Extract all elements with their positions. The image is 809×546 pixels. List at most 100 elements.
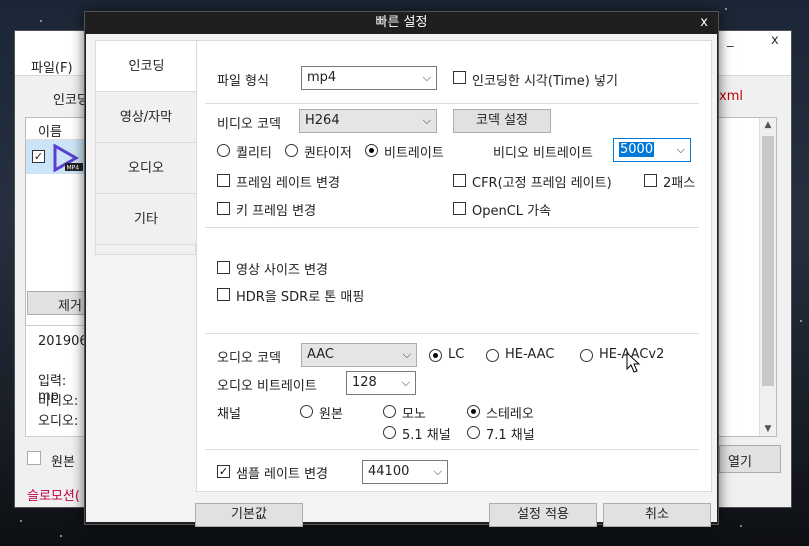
quick-settings-dialog: 빠른 설정 x 인코딩 영상/자막 오디오 기타 파일 형식 mp4 ⌵ 인코딩… [84,11,719,527]
settings-nav: 인코딩 영상/자막 오디오 기타 [95,40,197,255]
info-audio: 오디오: [38,414,79,429]
file-row[interactable]: ✓ MP4 [26,140,86,174]
two-pass-label: 2패스 [663,176,696,191]
audio-codec-select[interactable]: AAC ⌵ [301,343,417,367]
video-bitrate-input[interactable]: 5000 ⌵ [613,138,691,162]
file-info-box: 2019062 입력: mp 비디오: 오디오: [25,325,96,437]
sample-rate-select[interactable]: 44100 ⌵ [362,460,448,484]
bitrate-label: 비트레이트 [384,146,444,161]
dialog-close-button[interactable]: x [700,15,708,30]
two-pass-checkbox[interactable] [644,174,657,187]
sample-rate-value: 44100 [368,464,410,479]
audio-codec-label: 오디오 코덱 [217,351,281,366]
hdr-to-sdr-label: HDR을 SDR로 톤 매핑 [236,290,365,305]
scroll-down-icon[interactable]: ▼ [760,424,776,434]
radio-bitrate[interactable] [365,144,378,157]
nav-tab-etc[interactable]: 기타 [96,194,196,245]
chevron-down-icon: ⌵ [422,71,431,84]
mp4-badge: MP4 [67,165,80,172]
original-checkbox[interactable] [27,451,41,465]
audio-bitrate-select[interactable]: 128 ⌵ [346,371,416,395]
play-triangle-icon: MP4 [53,144,83,172]
nav-tab-audio[interactable]: 오디오 [96,143,196,194]
codec-settings-button[interactable]: 코덱 설정 [453,109,551,133]
scrollbar-thumb[interactable] [762,136,774,386]
file-format-label: 파일 형식 [217,74,269,89]
sample-rate-checkbox[interactable]: ✓ [217,465,230,478]
original-label: 원본 [51,455,75,470]
sample-rate-label: 샘플 레이트 변경 [236,467,328,482]
remove-button[interactable]: 제거 [27,291,87,315]
keyframe-change-checkbox[interactable] [217,202,230,215]
scroll-up-icon[interactable]: ▲ [760,120,776,130]
divider [205,227,699,228]
audio-bitrate-value: 128 [352,375,377,390]
audio-bitrate-label: 오디오 비트레이트 [217,379,317,394]
menu-file[interactable]: 파일(F) [31,57,73,76]
mouse-pointer-icon [626,352,641,373]
dialog-client-area: 인코딩 영상/자막 오디오 기타 파일 형식 mp4 ⌵ 인코딩한 시각(Tim… [86,34,717,527]
channel-5-1-label: 5.1 채널 [402,428,451,443]
open-button[interactable]: 열기 [719,445,781,473]
divider [205,103,699,104]
cfr-label: CFR(고정 프레임 레이트) [472,176,612,191]
radio-channel-stereo[interactable] [467,405,480,418]
apply-settings-button[interactable]: 설정 적용 [489,503,597,527]
xml-label[interactable]: xml [719,89,743,104]
opencl-label: OpenCL 가속 [472,204,552,219]
slow-motion-label[interactable]: 슬로모션( [27,485,80,504]
video-size-change-label: 영상 사이즈 변경 [236,263,328,278]
file-checkbox[interactable]: ✓ [32,150,45,163]
cancel-button[interactable]: 취소 [603,503,711,527]
video-codec-label: 비디오 코덱 [217,117,281,132]
radio-he-aacv2[interactable] [580,349,593,362]
file-format-value: mp4 [307,70,337,85]
video-codec-select[interactable]: H264 ⌵ [299,109,437,133]
insert-time-checkbox[interactable] [453,71,466,84]
video-codec-value: H264 [305,113,340,128]
nav-tab-video-subtitle[interactable]: 영상/자막 [96,92,196,143]
radio-channel-original[interactable] [300,405,313,418]
audio-codec-value: AAC [307,347,334,362]
info-video: 비디오: [38,394,79,409]
channel-stereo-label: 스테레오 [486,407,534,422]
radio-channel-5-1[interactable] [383,426,396,439]
chevron-down-icon: ⌵ [676,143,685,156]
divider [205,449,699,450]
quality-label: 퀄리티 [236,146,272,161]
encoding-settings-panel: 파일 형식 mp4 ⌵ 인코딩한 시각(Time) 넣기 비디오 코덱 H264… [196,40,712,492]
radio-quality[interactable] [217,144,230,157]
chevron-down-icon: ⌵ [433,465,442,478]
column-header-name[interactable]: 이름 [26,118,86,140]
frame-rate-change-label: 프레임 레이트 변경 [236,176,340,191]
aac-lc-label: LC [448,347,465,362]
chevron-down-icon: ⌵ [422,114,431,127]
file-format-select[interactable]: mp4 ⌵ [301,66,437,90]
dialog-title: 빠른 설정 [375,15,428,30]
hdr-to-sdr-checkbox[interactable] [217,288,230,301]
file-list-scrollbar[interactable]: ▲ ▼ [759,118,776,436]
nav-tab-encoding[interactable]: 인코딩 [96,41,197,92]
chevron-down-icon: ⌵ [401,376,410,389]
opencl-checkbox[interactable] [453,202,466,215]
keyframe-change-label: 키 프레임 변경 [236,204,317,219]
insert-time-label: 인코딩한 시각(Time) 넣기 [472,74,618,89]
video-bitrate-label: 비디오 비트레이트 [493,146,593,161]
radio-channel-mono[interactable] [383,405,396,418]
radio-channel-7-1[interactable] [467,426,480,439]
minimize-button[interactable]: _ [727,33,734,48]
cfr-checkbox[interactable] [453,174,466,187]
close-button[interactable]: x [771,33,779,48]
chevron-down-icon: ⌵ [402,348,411,361]
channel-original-label: 원본 [319,407,343,422]
default-button[interactable]: 기본값 [195,503,303,527]
radio-aac-lc[interactable] [429,349,442,362]
video-size-change-checkbox[interactable] [217,261,230,274]
radio-he-aac[interactable] [486,349,499,362]
channel-mono-label: 모노 [402,407,426,422]
channel-7-1-label: 7.1 채널 [486,428,535,443]
frame-rate-change-checkbox[interactable] [217,174,230,187]
radio-quantizer[interactable] [285,144,298,157]
he-aac-label: HE-AAC [505,347,555,362]
channel-label: 채널 [217,407,241,422]
